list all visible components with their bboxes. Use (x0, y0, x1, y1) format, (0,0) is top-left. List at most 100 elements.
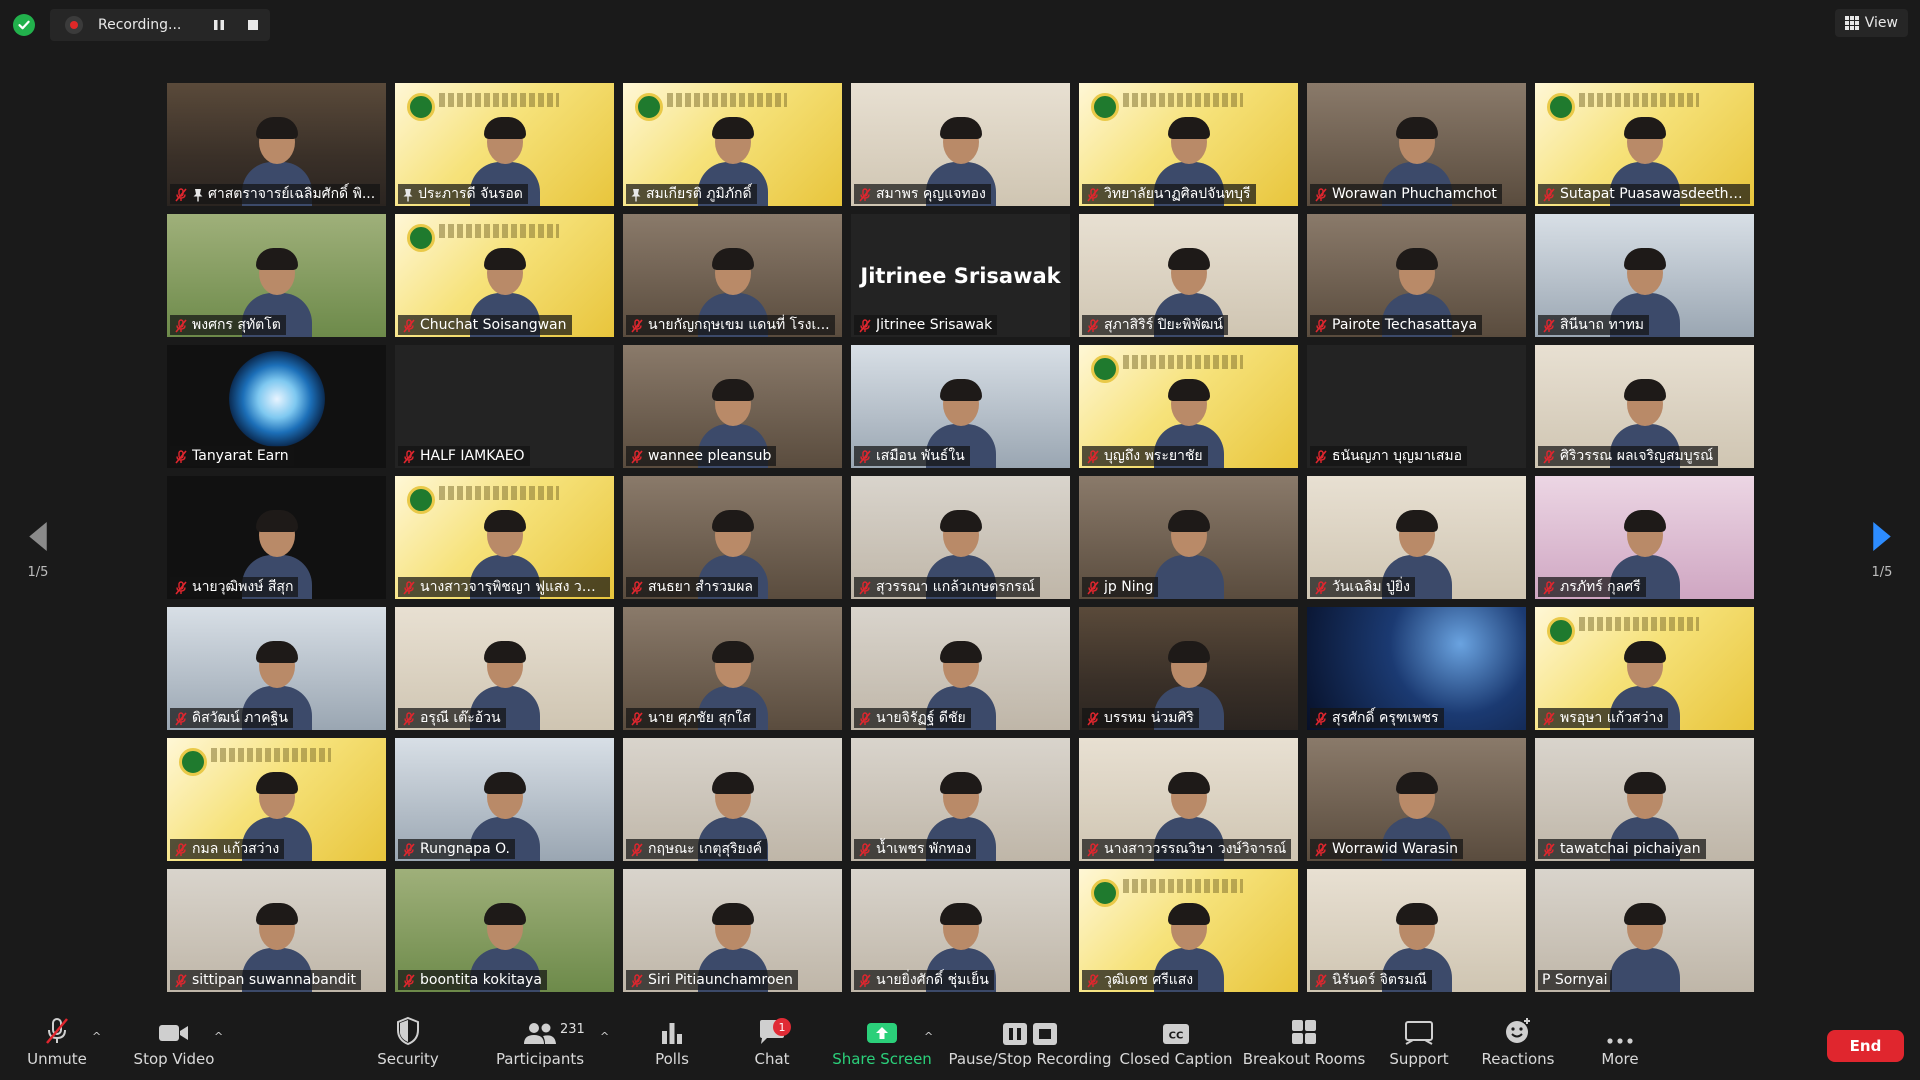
end-meeting-button[interactable]: End (1827, 1030, 1904, 1062)
participant-name: สุรศักดิ์ ครุฑเพชร (1332, 710, 1439, 726)
participant-tile[interactable]: sittipan suwannabandit (167, 869, 386, 992)
participant-tile[interactable]: ธนันญภา บุญมาเสมอ (1307, 345, 1526, 468)
pin-icon (192, 187, 204, 202)
audio-options-caret[interactable]: ^ (92, 1030, 101, 1043)
participant-tile[interactable]: สุภาสิริร์ ปิยะพิพัฒน์ (1079, 214, 1298, 337)
participant-tile[interactable]: tawatchai pichaiyan (1535, 738, 1754, 861)
participant-tile[interactable]: สินีนาถ ทาทม (1535, 214, 1754, 337)
security-button[interactable]: Security (375, 1008, 441, 1080)
more-button[interactable]: More (1598, 1008, 1642, 1080)
microphone-muted-icon (1542, 318, 1556, 333)
closed-caption-button[interactable]: CC Closed Caption (1119, 1008, 1233, 1080)
participant-tile[interactable]: พรอุษา แก้วสว่าง (1535, 607, 1754, 730)
participant-name: Chuchat Soisangwan (420, 317, 567, 333)
participant-tile[interactable]: วันเฉลิม ปู่ยิ่ง (1307, 476, 1526, 599)
microphone-muted-icon (174, 973, 188, 988)
participant-tile[interactable]: วิทยาลัยนาฏศิลปจันทบุรี (1079, 83, 1298, 206)
microphone-muted-icon (630, 973, 644, 988)
participant-tile[interactable]: Pairote Techasattaya (1307, 214, 1526, 337)
microphone-muted-icon (1542, 580, 1556, 595)
support-button[interactable]: Support (1388, 1008, 1450, 1080)
participant-tile[interactable]: น้ำเพชร พักทอง (851, 738, 1070, 861)
participant-name: Jitrinee Srisawak (876, 317, 993, 333)
participants-button[interactable]: 231 Participants (496, 1008, 585, 1080)
participant-tile[interactable]: ศิริวรรณ ผลเจริญสมบูรณ์ (1535, 345, 1754, 468)
previous-page-nav[interactable]: 1/5 (18, 520, 58, 580)
stop-video-button[interactable]: Stop Video (128, 1008, 220, 1080)
participant-tile[interactable]: Rungnapa O. (395, 738, 614, 861)
participant-tile[interactable]: ดิสวัฒน์ ภาคฐิน (167, 607, 386, 730)
breakout-rooms-button[interactable]: Breakout Rooms (1243, 1008, 1365, 1080)
participant-tile[interactable]: boontita kokitaya (395, 869, 614, 992)
microphone-muted-icon (630, 449, 644, 464)
participant-tile[interactable]: นายจิรัฏฐ์ ดีชัย (851, 607, 1070, 730)
share-screen-button[interactable]: Share Screen (832, 1008, 932, 1080)
participant-tile[interactable]: วุฒิเดช ศรีแสง (1079, 869, 1298, 992)
participant-tile[interactable]: สุวรรณา แกล้วเกษตรกรณ์ (851, 476, 1070, 599)
participant-tile[interactable]: บรรหม น่วมศิริ (1079, 607, 1298, 730)
reactions-button[interactable]: Reactions (1482, 1008, 1554, 1080)
unmute-button[interactable]: Unmute (22, 1008, 92, 1080)
participant-tile[interactable]: Sutapat Puasawasdeethep (1535, 83, 1754, 206)
participant-tile[interactable]: นายวุฒิพงษ์ สีสุก (167, 476, 386, 599)
participant-tile[interactable]: jp Ning (1079, 476, 1298, 599)
participant-tile[interactable]: นายยิ่งศักดิ์ ชุ่มเย็น (851, 869, 1070, 992)
participant-tile[interactable]: นางสาววรรณวิษา วงษ์วิจารณ์ (1079, 738, 1298, 861)
participant-tile[interactable]: P Sornyai (1535, 869, 1754, 992)
microphone-muted-icon (402, 449, 416, 464)
participant-name-bar: นางสาวจารุพิชญา ฟูแสง วนศ... (398, 577, 610, 597)
security-shield-icon[interactable] (13, 14, 35, 36)
participant-tile[interactable]: Jitrinee Srisawak Jitrinee Srisawak (851, 214, 1070, 337)
participant-name-bar: Pairote Techasattaya (1310, 315, 1483, 335)
participant-name-bar: นาย ศุภชัย สุกใส (626, 708, 756, 728)
participant-name-bar: น้ำเพชร พักทอง (854, 839, 977, 859)
participant-tile[interactable]: สมเกียรติ ภูมิภักดิ์ (623, 83, 842, 206)
pause-recording-button[interactable] (206, 13, 232, 37)
participant-tile[interactable]: เสมือน พันธ์ใน (851, 345, 1070, 468)
participant-tile[interactable]: Worawan Phuchamchot (1307, 83, 1526, 206)
participant-tile[interactable]: ประภารดี จันรอด (395, 83, 614, 206)
participant-name: Sutapat Puasawasdeethep (1560, 186, 1745, 202)
meeting-toolbar: Unmute ^ Stop Video ^ Security 231 Parti… (0, 1008, 1920, 1080)
participant-name-bar: boontita kokitaya (398, 970, 547, 990)
participant-name-bar: กมล แก้วสว่าง (170, 839, 285, 859)
participant-tile[interactable]: Chuchat Soisangwan (395, 214, 614, 337)
pause-stop-recording-button[interactable]: Pause/Stop Recording (948, 1008, 1112, 1080)
polls-button[interactable]: Polls (652, 1008, 692, 1080)
participant-tile[interactable]: ภรภัทร์ กุลศรี (1535, 476, 1754, 599)
participant-tile[interactable]: พงศกร สุทัตโต (167, 214, 386, 337)
participant-figure (1609, 903, 1680, 992)
participant-tile[interactable]: สนธยา สำรวมผล (623, 476, 842, 599)
video-camera-icon (159, 1025, 188, 1041)
participant-tile[interactable]: นางสาวจารุพิชญา ฟูแสง วนศ... (395, 476, 614, 599)
participant-tile[interactable]: Tanyarat Earn (167, 345, 386, 468)
view-button[interactable]: View (1834, 9, 1908, 37)
stop-recording-button[interactable] (240, 13, 266, 37)
participant-tile[interactable]: Siri Pitiaunchamroen (623, 869, 842, 992)
participant-name: สุวรรณา แกล้วเกษตรกรณ์ (876, 579, 1035, 595)
support-screen-icon (1405, 1021, 1433, 1045)
participant-tile[interactable]: บุญถึง พระยาชัย (1079, 345, 1298, 468)
participant-tile[interactable]: นายกัญกฤษเขม แดนที่ โรงเ... (623, 214, 842, 337)
participant-tile[interactable]: นาย ศุภชัย สุกใส (623, 607, 842, 730)
participant-tile[interactable]: สมาพร คุญแจทอง (851, 83, 1070, 206)
participant-tile[interactable]: wannee pleansub (623, 345, 842, 468)
microphone-muted-icon (174, 842, 188, 857)
microphone-muted-icon (630, 842, 644, 857)
participant-name: สนธยา สำรวมผล (648, 579, 753, 595)
chat-button[interactable]: 1 Chat (751, 1008, 793, 1080)
participant-tile[interactable]: อรุณี เต๊ะอ้วน (395, 607, 614, 730)
participant-tile[interactable]: สุรศักดิ์ ครุฑเพชร (1307, 607, 1526, 730)
participant-tile[interactable]: HALF IAMKAEO (395, 345, 614, 468)
participant-tile[interactable]: กฤษณะ เกตุสุริยงค์ (623, 738, 842, 861)
participant-tile[interactable]: นิรันดร์ จิตรมณี (1307, 869, 1526, 992)
microphone-muted-icon (630, 318, 644, 333)
participant-name: สมเกียรติ ภูมิภักดิ์ (646, 186, 752, 202)
next-page-nav[interactable]: 1/5 (1862, 520, 1902, 580)
share-options-caret[interactable]: ^ (924, 1030, 933, 1043)
participant-tile[interactable]: Worrawid Warasin (1307, 738, 1526, 861)
video-options-caret[interactable]: ^ (214, 1030, 223, 1043)
participants-options-caret[interactable]: ^ (600, 1030, 609, 1043)
participant-tile[interactable]: ศาสตราจารย์เฉลิมศักดิ์ พิ... (167, 83, 386, 206)
participant-tile[interactable]: กมล แก้วสว่าง (167, 738, 386, 861)
